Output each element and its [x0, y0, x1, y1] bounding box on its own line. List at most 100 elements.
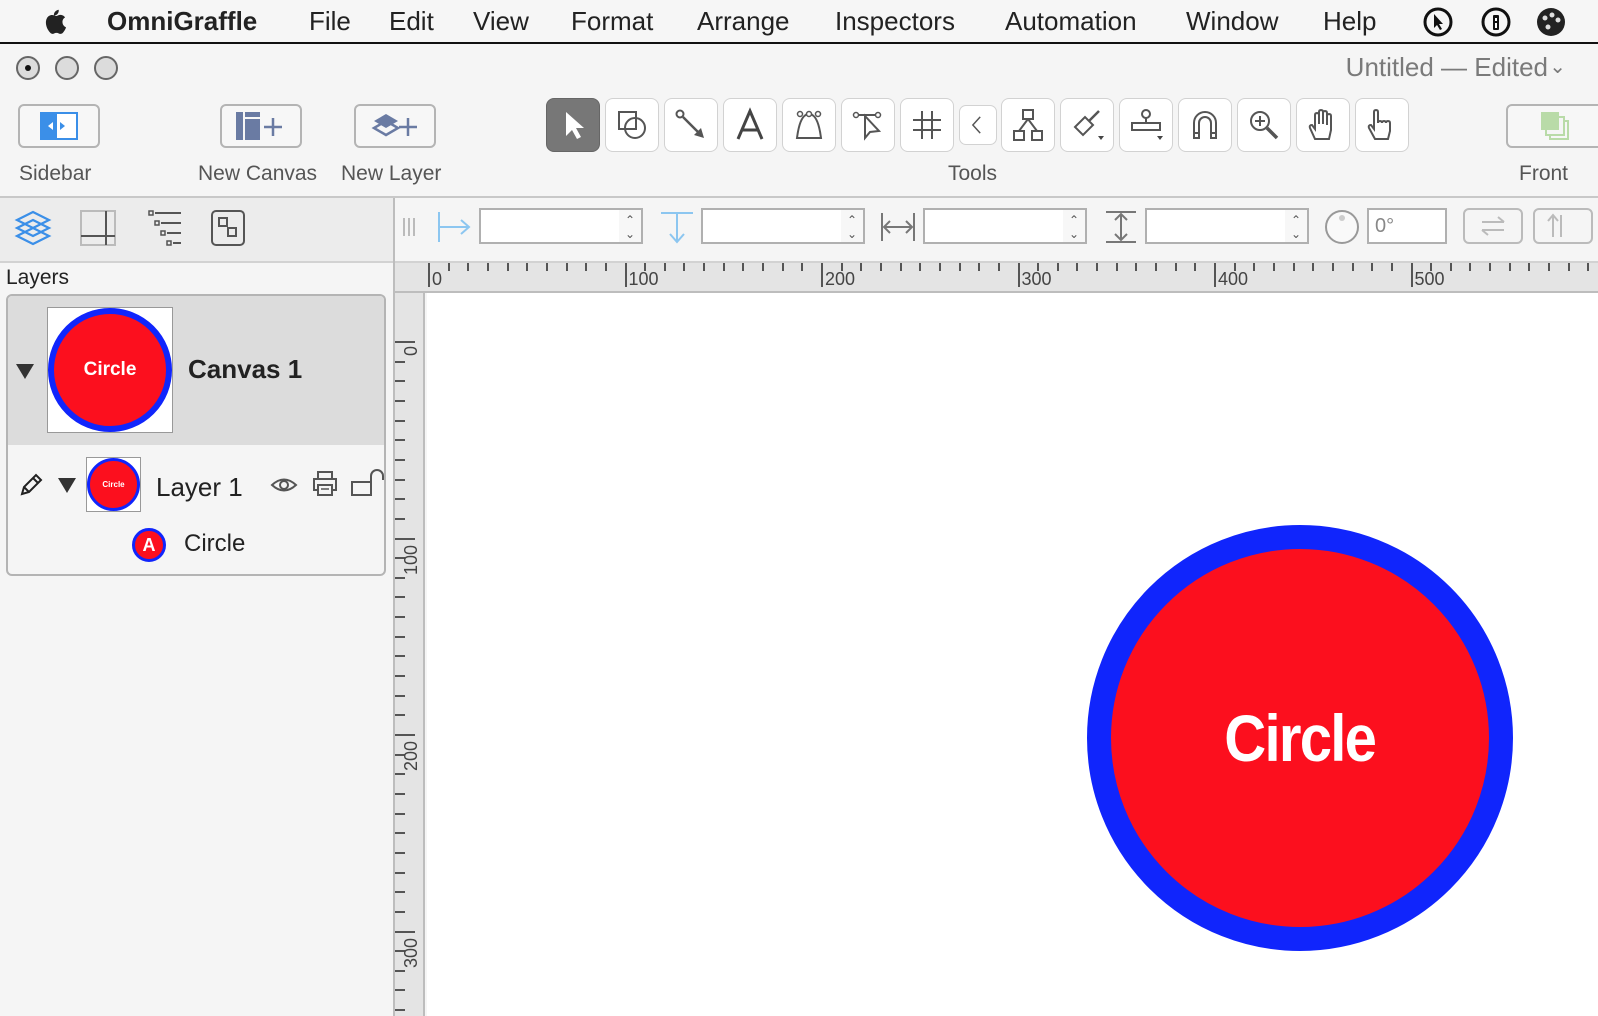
menu-arrange[interactable]: Arrange [697, 6, 790, 37]
x-position-field[interactable] [479, 208, 621, 244]
magnet-tool-button[interactable] [1178, 98, 1232, 152]
unlocked-icon[interactable] [350, 468, 384, 498]
vertical-ruler[interactable]: 0 100 200 300 [395, 293, 425, 1016]
y-position-stepper[interactable]: ⌃ ⌄ [841, 208, 865, 244]
disclosure-triangle-icon[interactable] [16, 364, 34, 379]
canvas-tab-icon[interactable] [78, 208, 118, 248]
rotation-input[interactable] [1369, 210, 1445, 242]
magnet-icon [1193, 111, 1217, 139]
menu-automation[interactable]: Automation [1005, 6, 1137, 37]
selection-tab-icon[interactable] [209, 208, 249, 248]
chevron-down-icon[interactable]: ⌄ [1549, 54, 1566, 79]
layers-tab-icon[interactable] [13, 208, 53, 248]
menu-app-name[interactable]: OmniGraffle [107, 6, 257, 37]
x-position-input[interactable] [481, 210, 619, 242]
object-name[interactable]: Circle [184, 530, 245, 558]
point-editor-tool-button[interactable] [841, 98, 895, 152]
layer-disclosure-triangle-icon[interactable] [58, 478, 76, 493]
layer-name[interactable]: Layer 1 [156, 472, 243, 503]
selection-tool-button[interactable] [546, 98, 600, 152]
menu-edit[interactable]: Edit [389, 6, 434, 37]
circle-shape-text[interactable]: Circle [1225, 700, 1378, 776]
close-button[interactable] [16, 56, 40, 80]
x-position-stepper[interactable]: ⌃ ⌄ [619, 208, 643, 244]
hierarchy-icon [1013, 109, 1043, 141]
shape-badge-icon: A [132, 528, 166, 562]
new-layer-button[interactable] [354, 104, 436, 148]
new-canvas-button[interactable] [220, 104, 302, 148]
chevron-left-icon [971, 116, 981, 134]
ruler-tick [395, 419, 405, 422]
width-stepper[interactable]: ⌃ ⌄ [1063, 208, 1087, 244]
menu-inspectors[interactable]: Inspectors [835, 6, 955, 37]
ruler-tick [395, 871, 405, 874]
pen-tool-button[interactable] [782, 98, 836, 152]
flip-horizontal-button[interactable] [1463, 208, 1523, 244]
collapse-tools-button[interactable] [959, 105, 997, 145]
ruler-tick [860, 263, 863, 271]
ruler-tick [395, 537, 415, 540]
menu-file[interactable]: File [309, 6, 351, 37]
height-input[interactable] [1147, 210, 1285, 242]
flip-vertical-icon [1547, 213, 1562, 237]
text-tool-button[interactable] [723, 98, 777, 152]
ruler-label: 0 [432, 269, 443, 289]
ruler-tick [938, 263, 941, 271]
ruler-tick [486, 263, 489, 271]
ruler-tick [1489, 263, 1492, 271]
hand-icon [1308, 108, 1332, 140]
info-icon[interactable] [1481, 7, 1511, 37]
menu-view[interactable]: View [473, 6, 529, 37]
menu-window[interactable]: Window [1186, 6, 1278, 37]
zoom-button[interactable] [94, 56, 118, 80]
ruler-tick [722, 263, 725, 271]
palette-icon[interactable] [1536, 7, 1566, 37]
ruler-tick [1115, 263, 1118, 271]
drag-handle-icon[interactable] [399, 210, 419, 244]
width-field[interactable] [923, 208, 1065, 244]
document-title[interactable]: Untitled — Edited [1346, 52, 1548, 83]
printer-icon[interactable] [312, 470, 338, 498]
canvas-name[interactable]: Canvas 1 [188, 354, 302, 385]
rubber-stamp-tool-button[interactable] [1119, 98, 1173, 152]
apple-menu-icon[interactable] [40, 6, 68, 36]
ruler-tick [428, 263, 430, 287]
menu-help[interactable]: Help [1323, 6, 1376, 37]
ruler-tick [395, 910, 405, 913]
bring-to-front-button[interactable] [1506, 104, 1598, 148]
width-input[interactable] [925, 210, 1063, 242]
shape-tool-button[interactable] [605, 98, 659, 152]
circle-shape[interactable]: Circle [1087, 525, 1513, 951]
bring-to-front-icon [1541, 112, 1569, 140]
height-field[interactable] [1145, 208, 1287, 244]
hand-tool-button[interactable] [1296, 98, 1350, 152]
eye-icon[interactable] [270, 474, 298, 496]
ruler-tick [506, 263, 509, 271]
ruler-tick [395, 930, 415, 933]
ruler-tick [781, 263, 784, 271]
grid-tool-button[interactable] [900, 98, 954, 152]
minimize-button[interactable] [55, 56, 79, 80]
rotation-field[interactable] [1367, 208, 1447, 244]
rotation-knob-icon[interactable] [1323, 208, 1361, 246]
cursor-icon[interactable] [1423, 7, 1453, 37]
horizontal-ruler[interactable]: 0 100 200 300 400 500 [395, 263, 1598, 293]
y-position-field[interactable] [701, 208, 843, 244]
style-brush-tool-button[interactable] [1060, 98, 1114, 152]
diagram-tool-button[interactable] [1001, 98, 1055, 152]
sidebar-toggle-button[interactable] [18, 104, 100, 148]
y-position-input[interactable] [703, 210, 841, 242]
height-stepper[interactable]: ⌃ ⌄ [1285, 208, 1309, 244]
tools-label: Tools [948, 162, 998, 185]
ruler-tick [395, 792, 405, 795]
pencil-icon[interactable] [18, 472, 44, 498]
zoom-tool-button[interactable] [1237, 98, 1291, 152]
line-tool-button[interactable] [664, 98, 718, 152]
browse-tool-button[interactable] [1355, 98, 1409, 152]
canvas-row[interactable]: Circle Canvas 1 [8, 296, 384, 445]
stamp-icon [1131, 109, 1163, 140]
canvas[interactable]: Circle [427, 293, 1598, 1016]
flip-vertical-button[interactable] [1533, 208, 1593, 244]
outline-tab-icon[interactable] [144, 208, 184, 248]
menu-format[interactable]: Format [571, 6, 653, 37]
